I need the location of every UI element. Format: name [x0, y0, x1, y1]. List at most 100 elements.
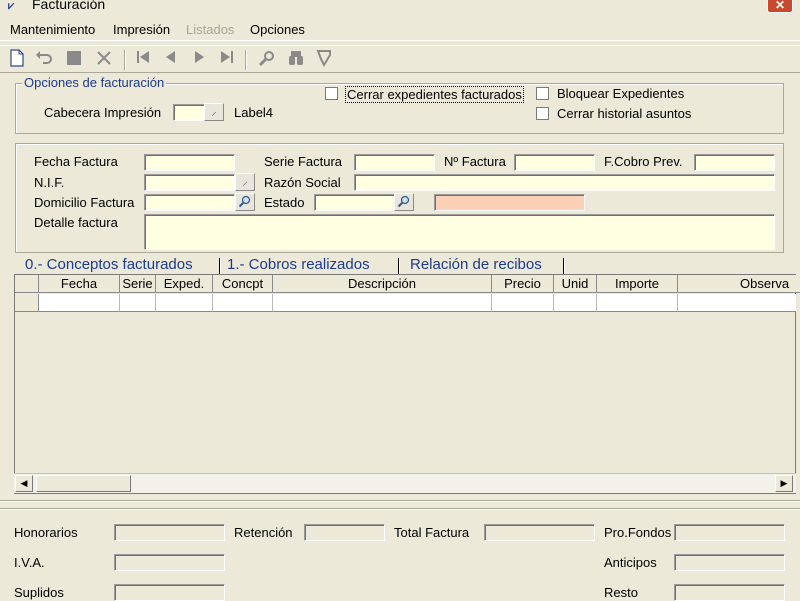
grid-row-header-corner — [15, 275, 39, 293]
tab-separator — [563, 258, 565, 274]
menu-bar: Mantenimiento Impresión Listados Opcione… — [0, 19, 800, 41]
scroll-right-arrow-icon[interactable]: ▶ — [775, 475, 793, 492]
estado-label: Estado — [264, 195, 305, 210]
grid-row-header[interactable] — [15, 294, 39, 312]
estado-description-field — [434, 194, 585, 211]
tab-separator — [219, 258, 221, 274]
nif-label: N.I.F. — [34, 175, 65, 190]
divider — [0, 508, 800, 510]
fecha-factura-field[interactable] — [144, 154, 235, 171]
honorarios-label: Honorarios — [14, 525, 78, 540]
retencion-field — [304, 524, 385, 541]
grid-horizontal-scrollbar[interactable]: ◀ ▶ — [14, 473, 796, 493]
grid-cell[interactable] — [120, 294, 156, 312]
grid-header-precio[interactable]: Precio — [492, 275, 554, 293]
estado-field[interactable] — [314, 194, 395, 211]
next-record-icon[interactable] — [188, 49, 210, 71]
menu-impresion[interactable]: Impresión — [113, 22, 170, 37]
scroll-thumb[interactable] — [36, 475, 131, 492]
fecha-factura-label: Fecha Factura — [34, 154, 118, 169]
pro-fondos-field — [674, 524, 785, 541]
last-record-icon[interactable] — [216, 49, 238, 71]
total-factura-field — [484, 524, 595, 541]
grid-cell[interactable] — [213, 294, 273, 312]
label4: Label4 — [234, 105, 274, 120]
numero-factura-field[interactable] — [514, 154, 595, 171]
bloquear-expedientes-label[interactable]: Bloquear Expedientes — [557, 86, 684, 101]
app-icon: ⩗ — [8, 0, 15, 12]
scroll-left-arrow-icon[interactable]: ◀ — [15, 475, 33, 492]
retencion-label: Retención — [234, 525, 293, 540]
nif-field[interactable] — [144, 174, 235, 191]
cabecera-label: Cabecera Impresión — [44, 105, 162, 120]
grid-header-unid[interactable]: Unid — [554, 275, 597, 293]
cerrar-historial-label[interactable]: Cerrar historial asuntos — [557, 106, 691, 121]
binoculars-icon[interactable] — [285, 49, 307, 71]
suplidos-label: Suplidos — [14, 585, 64, 600]
grid-header-exped[interactable]: Exped. — [156, 275, 213, 293]
menu-opciones[interactable]: Opciones — [250, 22, 305, 37]
grid-cell[interactable] — [554, 294, 597, 312]
anticipos-label: Anticipos — [604, 555, 657, 570]
grid-cell[interactable] — [492, 294, 554, 312]
grid-cell[interactable] — [678, 294, 796, 312]
filter-icon[interactable] — [313, 49, 335, 71]
fcobro-field[interactable] — [694, 154, 775, 171]
cancel-icon[interactable] — [93, 49, 115, 71]
options-legend: Opciones de facturación — [22, 75, 167, 90]
iva-field — [114, 554, 225, 571]
razon-social-field[interactable] — [354, 174, 775, 191]
suplidos-field — [114, 584, 225, 601]
menu-listados[interactable]: Listados — [186, 22, 234, 37]
window-title: Facturación — [32, 0, 106, 12]
fcobro-label: F.Cobro Prev. — [604, 154, 683, 169]
menu-mantenimiento[interactable]: Mantenimiento — [10, 22, 95, 37]
grid-header-observaciones[interactable]: Observa — [678, 275, 800, 293]
toolbar-separator — [124, 50, 126, 70]
tab-conceptos-facturados[interactable]: 0.- Conceptos facturados — [25, 256, 193, 274]
serie-factura-field[interactable] — [354, 154, 435, 171]
bloquear-expedientes-checkbox[interactable] — [536, 87, 549, 100]
cerrar-expedientes-label[interactable]: Cerrar expedientes facturados — [345, 86, 524, 103]
grid-header-serie[interactable]: Serie — [120, 275, 156, 293]
grid-cell[interactable] — [597, 294, 678, 312]
grid-cell[interactable] — [273, 294, 492, 312]
iva-label: I.V.A. — [14, 555, 45, 570]
domicilio-label: Domicilio Factura — [34, 195, 135, 210]
undo-icon[interactable] — [33, 49, 55, 71]
title-bar: ⩗ Facturación ✕ — [0, 0, 800, 14]
pro-fondos-label: Pro.Fondos — [604, 525, 672, 540]
honorarios-field — [114, 524, 225, 541]
grid-cell[interactable] — [156, 294, 213, 312]
estado-search-icon[interactable] — [394, 193, 414, 211]
grid-header-importe[interactable]: Importe — [597, 275, 678, 293]
divider — [0, 500, 800, 502]
previous-record-icon[interactable] — [160, 49, 182, 71]
stop-icon[interactable] — [63, 49, 85, 71]
grid-header-fecha[interactable]: Fecha — [39, 275, 120, 293]
domicilio-field[interactable] — [144, 194, 235, 211]
nif-lookup-icon[interactable]: ⸝ — [235, 173, 255, 191]
close-button[interactable]: ✕ — [767, 0, 793, 13]
cerrar-historial-checkbox[interactable] — [536, 107, 549, 120]
concepts-grid[interactable]: Fecha Serie Exped. Concpt Descripción Pr… — [14, 274, 800, 494]
tab-relacion-recibos[interactable]: Relación de recibos — [410, 256, 542, 274]
grid-header-concpt[interactable]: Concpt — [213, 275, 273, 293]
search-icon[interactable] — [256, 49, 278, 71]
domicilio-search-icon[interactable] — [235, 193, 255, 211]
detalle-factura-field[interactable] — [144, 214, 775, 250]
tab-cobros-realizados[interactable]: 1.- Cobros realizados — [227, 256, 370, 274]
razon-social-label: Razón Social — [264, 175, 341, 190]
cabecera-field[interactable] — [173, 104, 205, 121]
cabecera-lookup-icon[interactable]: ⸝ — [204, 103, 224, 121]
first-record-icon[interactable] — [132, 49, 154, 71]
tab-separator — [398, 258, 400, 274]
toolbar — [0, 45, 800, 73]
grid-header-descripcion[interactable]: Descripción — [273, 275, 492, 293]
new-document-icon[interactable] — [6, 49, 28, 71]
resto-label: Resto — [604, 585, 638, 600]
anticipos-field — [674, 554, 785, 571]
toolbar-separator — [245, 50, 247, 70]
cerrar-expedientes-checkbox[interactable] — [325, 87, 338, 100]
grid-cell[interactable] — [39, 294, 120, 312]
